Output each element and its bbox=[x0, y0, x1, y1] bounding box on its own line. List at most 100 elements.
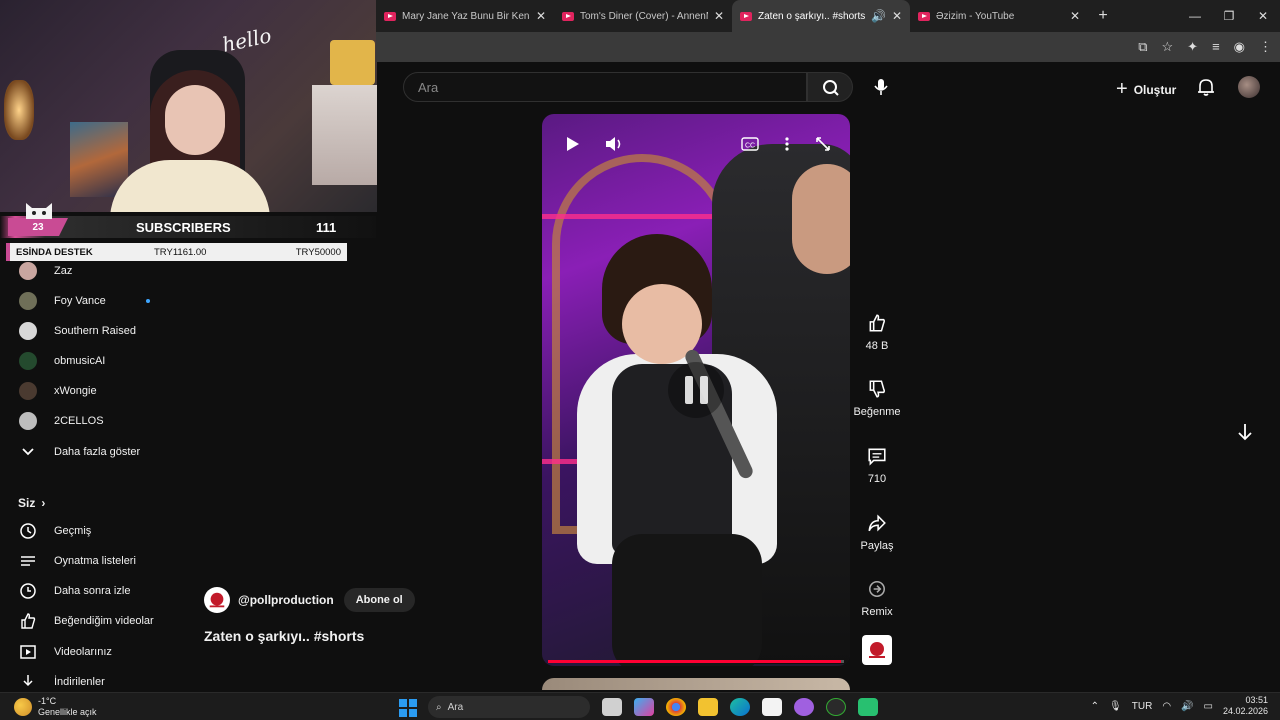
toolbar-icons: ⧉ ☆ ✦ ≡ ◉ ⋮ bbox=[1138, 39, 1272, 55]
chrome-icon[interactable] bbox=[666, 698, 686, 716]
xbox-icon[interactable] bbox=[826, 698, 846, 716]
shorts-video-player[interactable]: CC bbox=[542, 114, 850, 666]
volume-tray-icon[interactable]: 🔊 bbox=[1181, 701, 1193, 712]
poll-production-logo bbox=[209, 592, 225, 608]
microphone-icon bbox=[874, 79, 888, 95]
clock[interactable]: 03:51 24.02.2026 bbox=[1223, 695, 1268, 717]
next-video-arrow-icon[interactable] bbox=[1234, 421, 1256, 443]
poll-production-logo bbox=[869, 642, 885, 658]
edge-icon[interactable] bbox=[730, 698, 750, 716]
browser-tab-bar: Mary Jane Yaz Bunu Bir Kenara ✕ Tom's Di… bbox=[376, 0, 1280, 32]
sidebar-channel-obmusicai[interactable]: obmusicAI bbox=[0, 346, 180, 376]
streamer-webcam: hello bbox=[0, 0, 377, 212]
window-controls: — ❐ ✕ bbox=[1178, 0, 1280, 32]
youtube-favicon-icon bbox=[740, 11, 752, 21]
pause-bar bbox=[684, 376, 693, 404]
microphone-tray-icon[interactable]: 🎙 bbox=[1109, 701, 1122, 712]
tab-toms-diner[interactable]: Tom's Diner (Cover) - AnnenMa ✕ bbox=[554, 0, 732, 32]
tab-title: Mary Jane Yaz Bunu Bir Kenara bbox=[402, 10, 530, 22]
play-icon bbox=[567, 137, 579, 151]
close-tab-icon[interactable]: ✕ bbox=[536, 9, 546, 23]
next-short-preview[interactable] bbox=[542, 678, 850, 690]
show-more-label: Daha fazla göster bbox=[54, 446, 141, 458]
maximize-button[interactable]: ❐ bbox=[1212, 9, 1246, 23]
thumbs-up-icon bbox=[18, 611, 38, 631]
sidebar-item-history[interactable]: Geçmiş bbox=[0, 516, 180, 546]
sidebar-channel-xwongie[interactable]: xWongie bbox=[0, 376, 180, 406]
system-tray: ⌃ 🎙 TUR ◠ 🔊 ▭ 03:51 24.02.2026 bbox=[1091, 695, 1268, 717]
bookmark-star-icon[interactable]: ☆ bbox=[1162, 39, 1174, 55]
share-label: Paylaş bbox=[860, 540, 894, 552]
tray-overflow-icon[interactable]: ⌃ bbox=[1091, 701, 1099, 712]
close-tab-icon[interactable]: ✕ bbox=[714, 9, 724, 23]
close-tab-icon[interactable]: ✕ bbox=[1070, 9, 1080, 23]
channel-avatar[interactable] bbox=[204, 587, 230, 613]
tab-audio-icon[interactable]: 🔊 bbox=[871, 9, 886, 23]
start-button[interactable] bbox=[399, 699, 417, 717]
store-icon[interactable] bbox=[762, 698, 782, 716]
subscribe-button[interactable]: Abone ol bbox=[343, 588, 415, 612]
download-icon bbox=[18, 672, 38, 692]
sidebar-item-playlists[interactable]: Oynatma listeleri bbox=[0, 546, 180, 576]
search-icon: ⌕ bbox=[436, 701, 442, 713]
minimize-button[interactable]: — bbox=[1178, 9, 1212, 23]
create-button[interactable]: + Oluştur bbox=[1116, 78, 1176, 101]
svg-text:CC: CC bbox=[745, 143, 755, 150]
sidebar-channel-southern-raised[interactable]: Southern Raised bbox=[0, 316, 180, 346]
battery-icon[interactable]: ▭ bbox=[1204, 701, 1213, 712]
sidebar-section-you[interactable]: Siz › bbox=[18, 496, 45, 510]
new-tab-button[interactable]: + bbox=[1088, 7, 1118, 25]
like-button[interactable]: 48 B bbox=[852, 310, 902, 352]
close-window-button[interactable]: ✕ bbox=[1246, 9, 1280, 23]
search-input[interactable]: Ara bbox=[403, 72, 807, 102]
file-explorer-icon[interactable] bbox=[698, 698, 718, 716]
account-avatar[interactable] bbox=[1238, 76, 1260, 98]
copilot-icon[interactable] bbox=[634, 698, 654, 716]
donation-goal: TRY50000 bbox=[295, 246, 341, 258]
address-bar[interactable]: ⧉ ☆ ✦ ≡ ◉ ⋮ bbox=[376, 32, 1280, 62]
menu-icon[interactable]: ⋮ bbox=[1259, 39, 1272, 55]
comment-icon bbox=[852, 443, 902, 469]
sidebar-show-more[interactable]: Daha fazla göster bbox=[0, 437, 180, 467]
wifi-icon[interactable]: ◠ bbox=[1162, 701, 1171, 712]
share-button[interactable]: Paylaş bbox=[852, 510, 902, 552]
notifications-bell-icon[interactable] bbox=[1195, 76, 1217, 98]
remix-button[interactable]: Remix bbox=[852, 576, 902, 618]
app-green-icon[interactable] bbox=[858, 698, 878, 716]
close-tab-icon[interactable]: ✕ bbox=[892, 9, 902, 23]
clock-time: 03:51 bbox=[1245, 695, 1268, 705]
voice-search-button[interactable] bbox=[866, 72, 896, 102]
sidebar-item-label: Geçmiş bbox=[54, 525, 92, 537]
language-indicator[interactable]: TUR bbox=[1132, 701, 1153, 712]
sidebar-item-liked-videos[interactable]: Beğendiğim videolar bbox=[0, 606, 180, 636]
channel-handle[interactable]: @pollproduction bbox=[238, 593, 334, 607]
sidebar-channel-2cellos[interactable]: 2CELLOS bbox=[0, 406, 180, 436]
task-view-icon[interactable] bbox=[602, 698, 622, 716]
playlist-icon bbox=[18, 551, 38, 571]
channel-name: Zaz bbox=[54, 265, 73, 277]
pause-button[interactable] bbox=[668, 362, 724, 418]
channel-avatar-small[interactable] bbox=[862, 635, 892, 665]
sidebar-channel-foy-vance[interactable]: Foy Vance bbox=[0, 286, 180, 316]
video-progress-bar[interactable] bbox=[548, 660, 844, 663]
media-control-icon[interactable]: ≡ bbox=[1212, 39, 1220, 55]
dislike-label: Beğenme bbox=[853, 406, 901, 418]
search-button[interactable] bbox=[807, 72, 853, 102]
weather-widget[interactable]: -1°C Genellikle açık bbox=[14, 696, 97, 718]
remix-icon bbox=[852, 576, 902, 602]
sidebar-channel-zaz[interactable]: Zaz bbox=[0, 256, 180, 286]
taskbar-search[interactable]: ⌕ Ara bbox=[428, 696, 590, 718]
sidebar-item-watch-later[interactable]: Daha sonra izle bbox=[0, 576, 180, 606]
tab-mary-jane[interactable]: Mary Jane Yaz Bunu Bir Kenara ✕ bbox=[376, 0, 554, 32]
history-icon bbox=[18, 521, 38, 541]
extensions-icon[interactable]: ✦ bbox=[1187, 39, 1198, 55]
profile-icon[interactable]: ◉ bbox=[1234, 39, 1245, 55]
chevron-down-icon bbox=[18, 442, 38, 462]
cast-icon[interactable]: ⧉ bbox=[1138, 39, 1147, 55]
comments-button[interactable]: 710 bbox=[852, 443, 902, 485]
app-icon[interactable] bbox=[794, 698, 814, 716]
tab-ezizim[interactable]: Əzizim - YouTube ✕ bbox=[910, 0, 1088, 32]
sidebar-item-your-videos[interactable]: Videolarınız bbox=[0, 637, 180, 667]
dislike-button[interactable]: Beğenme bbox=[852, 376, 902, 418]
tab-zaten-o-sarkiyi[interactable]: Zaten o şarkıyı.. #shorts - Yo 🔊 ✕ bbox=[732, 0, 910, 32]
